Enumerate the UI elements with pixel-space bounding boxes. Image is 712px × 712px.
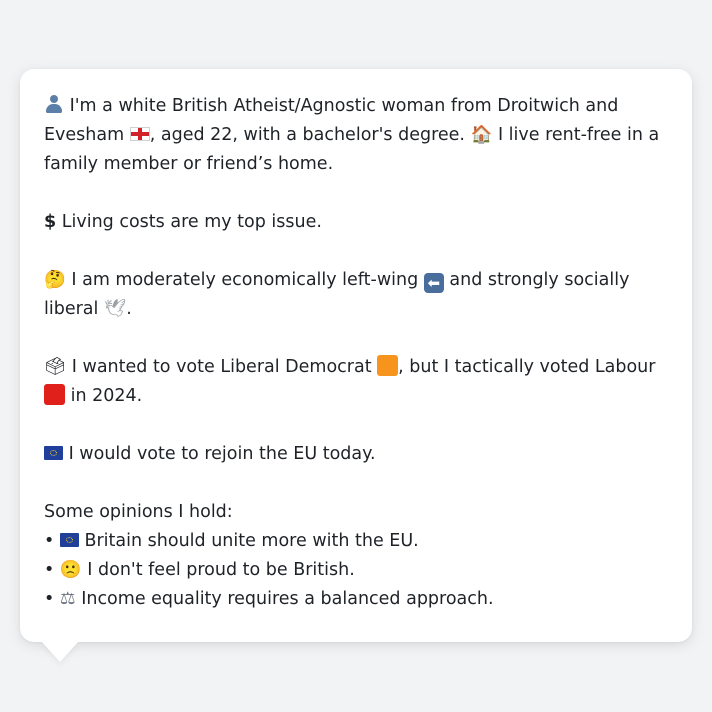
vote-paragraph: 🗳 I wanted to vote Liberal Democrat , bu… (44, 353, 668, 411)
politics-text-3: . (126, 299, 132, 319)
dove-icon: 🕊 (103, 299, 127, 319)
bullet-marker: • (44, 560, 55, 580)
england-flag-icon (129, 127, 150, 141)
left-arrow-icon: ⬅ (423, 273, 444, 293)
intro-text-2: , aged 22, with a bachelor's degree. (149, 125, 465, 145)
opinion-item: • 🙁 I don't feel proud to be British. (44, 556, 668, 585)
house-icon: 🏠 (470, 125, 493, 145)
bullet-marker: • (44, 589, 55, 609)
ballot-box-icon: 🗳 (44, 357, 67, 377)
eu-flag-icon (59, 533, 79, 547)
red-square-icon (44, 384, 65, 405)
eu-flag-icon (44, 446, 63, 460)
dollar-sign-icon: $ (44, 212, 57, 232)
opinions-heading: Some opinions I hold: (44, 502, 233, 522)
eu-text: I would vote to rejoin the EU today. (68, 444, 376, 464)
politics-text-1: I am moderately economically left-wing (71, 270, 419, 290)
bullet-marker: • (44, 531, 55, 551)
balance-scale-icon: ⚖ (59, 589, 76, 609)
eu-paragraph: I would vote to rejoin the EU today. (44, 440, 668, 469)
top-issue-text: Living costs are my top issue. (61, 212, 322, 232)
vote-text-1: I wanted to vote Liberal Democrat (71, 357, 372, 377)
intro-paragraph: I'm a white British Atheist/Agnostic wom… (44, 92, 668, 179)
speech-bubble-tail (41, 641, 79, 662)
opinion-text: Income equality requires a balanced appr… (81, 589, 494, 609)
vote-text-2: , but I tactically voted Labour (398, 357, 656, 377)
opinion-item: • ⚖ Income equality requires a balanced … (44, 585, 668, 614)
persona-card: I'm a white British Atheist/Agnostic wom… (20, 69, 692, 642)
opinion-text: Britain should unite more with the EU. (84, 531, 419, 551)
top-issue-paragraph: $ Living costs are my top issue. (44, 208, 668, 237)
opinion-item: • Britain should unite more with the EU. (44, 527, 668, 556)
opinion-text: I don't feel proud to be British. (87, 560, 355, 580)
politics-paragraph: 🤔 I am moderately economically left-wing… (44, 266, 668, 324)
slightly-frowning-face-icon: 🙁 (59, 560, 82, 580)
vote-text-3: in 2024. (70, 386, 143, 406)
orange-square-icon (377, 355, 399, 376)
person-silhouette-icon (44, 94, 64, 114)
thinking-face-icon: 🤔 (44, 270, 66, 290)
